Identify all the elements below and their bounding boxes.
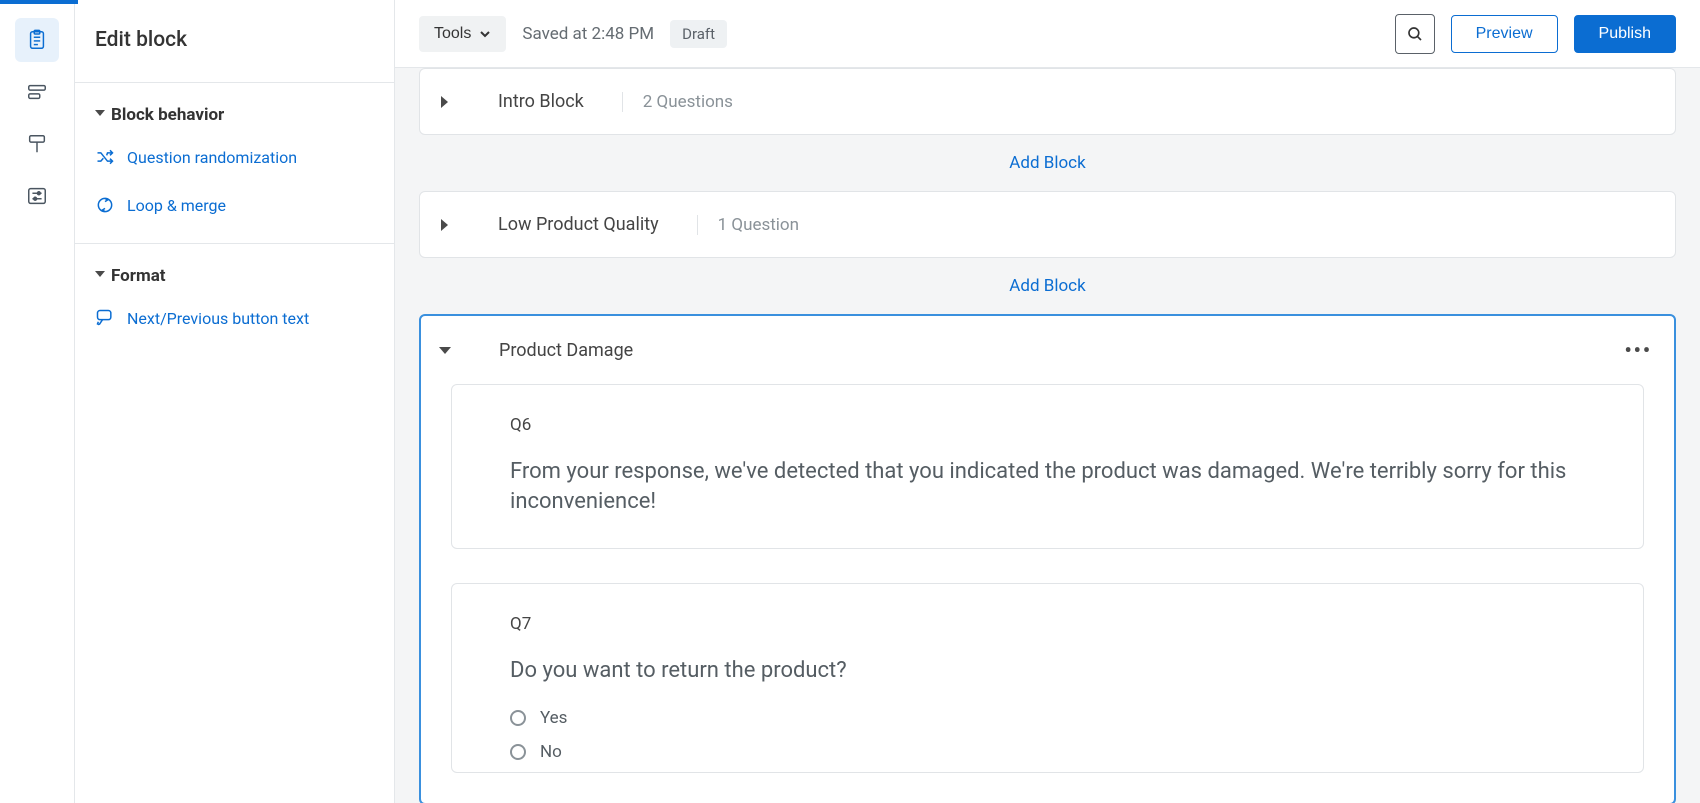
progress-sliver [0, 0, 78, 4]
tools-label: Tools [434, 25, 471, 43]
collapse-arrow-icon[interactable] [439, 347, 451, 354]
item-loop-merge[interactable]: Loop & merge [95, 181, 374, 229]
tooltip-arrow-icon [95, 308, 115, 328]
panel-item-label: Next/Previous button text [127, 309, 309, 328]
item-next-prev-button-text[interactable]: Next/Previous button text [95, 294, 374, 342]
search-button[interactable] [1395, 14, 1435, 54]
block-low-product-quality[interactable]: Low Product Quality 1 Question [419, 191, 1676, 258]
search-icon [1406, 25, 1424, 43]
rail-flow-icon[interactable] [15, 70, 59, 114]
loop-icon [95, 195, 115, 215]
question-number: Q6 [510, 415, 1585, 435]
section-block-behavior[interactable]: Block behavior [95, 105, 374, 125]
question-text: From your response, we've detected that … [510, 457, 1585, 518]
tools-dropdown[interactable]: Tools [419, 16, 506, 52]
preview-button[interactable]: Preview [1451, 15, 1558, 53]
question-card-q7[interactable]: Q7 Do you want to return the product? Ye… [451, 583, 1644, 773]
panel-item-label: Loop & merge [127, 196, 226, 215]
status-badge: Draft [670, 20, 727, 48]
radio-icon [510, 744, 526, 760]
section-heading-label: Block behavior [111, 105, 224, 125]
block-title: Low Product Quality [498, 214, 679, 235]
block-menu-icon[interactable]: ••• [1624, 338, 1656, 362]
block-product-damage[interactable]: Product Damage ••• Q6 From your response… [419, 314, 1676, 803]
caret-down-icon [95, 271, 105, 281]
block-meta: 1 Question [697, 215, 799, 235]
expand-arrow-icon[interactable] [438, 219, 450, 231]
question-text: Do you want to return the product? [510, 656, 1585, 686]
section-format[interactable]: Format [95, 266, 374, 286]
saved-text: Saved at 2:48 PM [522, 24, 654, 44]
add-block-link[interactable]: Add Block [419, 258, 1676, 314]
option-label: No [540, 742, 562, 762]
option-yes[interactable]: Yes [510, 708, 1585, 728]
icon-rail [0, 0, 75, 803]
caret-down-icon [95, 110, 105, 120]
block-title: Product Damage [499, 340, 653, 361]
publish-label: Publish [1599, 25, 1651, 43]
expand-arrow-icon[interactable] [438, 96, 450, 108]
publish-button[interactable]: Publish [1574, 15, 1676, 53]
preview-label: Preview [1476, 25, 1533, 43]
question-card-q6[interactable]: Q6 From your response, we've detected th… [451, 384, 1644, 549]
canvas[interactable]: Intro Block 2 Questions Add Block Low Pr… [395, 68, 1700, 803]
block-meta: 2 Questions [622, 92, 733, 112]
option-no[interactable]: No [510, 742, 1585, 762]
radio-icon [510, 710, 526, 726]
panel-title: Edit block [75, 0, 394, 83]
shuffle-icon [95, 147, 115, 167]
chevron-down-icon [479, 28, 491, 40]
option-label: Yes [540, 708, 567, 728]
question-number: Q7 [510, 614, 1585, 634]
rail-options-icon[interactable] [15, 174, 59, 218]
section-heading-label: Format [111, 266, 166, 286]
top-bar: Tools Saved at 2:48 PM Draft Preview Pub… [395, 0, 1700, 68]
side-panel: Edit block Block behavior Question rando… [75, 0, 395, 803]
rail-look-icon[interactable] [15, 122, 59, 166]
add-block-link[interactable]: Add Block [419, 135, 1676, 191]
block-title: Intro Block [498, 91, 604, 112]
panel-item-label: Question randomization [127, 148, 297, 167]
block-intro[interactable]: Intro Block 2 Questions [419, 68, 1676, 135]
rail-survey-icon[interactable] [15, 18, 59, 62]
item-question-randomization[interactable]: Question randomization [95, 133, 374, 181]
